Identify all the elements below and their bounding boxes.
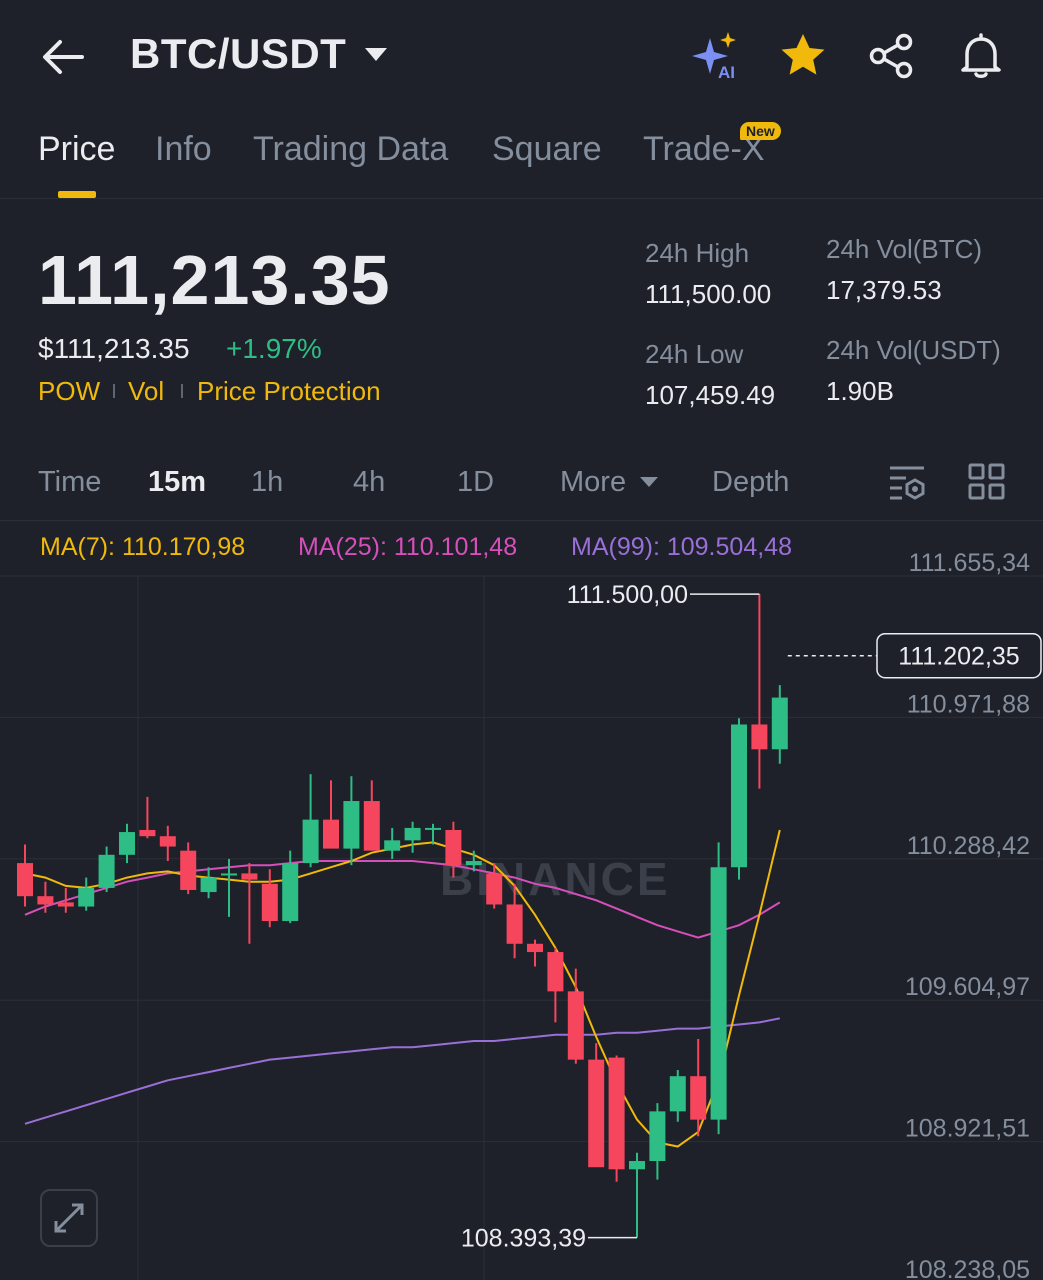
candle-body	[363, 801, 380, 851]
interval-depth[interactable]: Depth	[712, 466, 789, 499]
candle-body	[139, 829, 156, 837]
y-axis-tick-label: 111.655,34	[909, 549, 1031, 577]
candle-body	[384, 840, 401, 851]
candle-body	[731, 724, 747, 868]
candle-body	[221, 873, 237, 876]
interval-15m[interactable]: 15m	[148, 466, 206, 499]
candle-body	[465, 861, 482, 866]
candle-body	[629, 1161, 645, 1170]
share-icon[interactable]	[866, 30, 918, 82]
y-axis-tick-label: 108.921,51	[905, 1115, 1030, 1143]
candle-body	[710, 867, 727, 1120]
y-axis-tick-label: 110.288,42	[907, 832, 1030, 860]
tag-separator	[113, 384, 115, 398]
candle-body	[17, 863, 33, 897]
candle-body	[98, 854, 115, 888]
interval-1h[interactable]: 1h	[251, 466, 283, 499]
candle-body	[323, 819, 339, 849]
candle-body	[669, 1076, 686, 1112]
ma25-legend: MA(25): 110.101,48	[298, 533, 518, 561]
candle-body	[261, 883, 278, 922]
binance-watermark: BINANCE	[440, 853, 671, 905]
interval-more[interactable]: More	[560, 466, 626, 499]
ai-label: AI	[718, 63, 735, 82]
price-change-percent: +1.97%	[226, 333, 322, 364]
tabs-divider	[0, 198, 1043, 199]
high-marker-label: 111.500,00	[567, 581, 688, 609]
candle-body	[690, 1076, 707, 1120]
current-price-box	[876, 632, 1042, 679]
pair-title[interactable]: BTC/USDT	[130, 30, 346, 78]
interval-4h[interactable]: 4h	[353, 466, 385, 499]
current-price-label: 111.202,35	[898, 643, 1019, 671]
candle-body	[425, 827, 441, 830]
stat-vol-usdt-value: 1.90B	[826, 376, 894, 406]
back-arrow-icon[interactable]	[38, 34, 88, 80]
grid-layout-icon[interactable]	[967, 462, 1007, 502]
candlestick-chart[interactable]: BINANCE 111.655,34 110.971,88 110.288,42 10…	[0, 0, 1043, 1280]
y-axis-tick-label: 110.971,88	[907, 690, 1030, 718]
indicator-settings-icon[interactable]	[888, 462, 928, 502]
candle-body	[343, 801, 360, 849]
tag-vol[interactable]: Vol	[128, 376, 164, 407]
stat-vol-btc-label: 24h Vol(BTC)	[826, 234, 983, 264]
candle-body	[527, 943, 543, 953]
fiat-price: $111,213.35	[38, 333, 190, 364]
candle-body	[771, 697, 788, 750]
caret-down-icon[interactable]	[362, 40, 390, 68]
stat-vol-usdt-label: 24h Vol(USDT)	[826, 335, 1001, 365]
candle-body	[282, 863, 299, 922]
last-price: 111,213.35	[38, 241, 391, 319]
tab-info[interactable]: Info	[155, 130, 212, 169]
tab-price[interactable]: Price	[38, 130, 115, 169]
candle-body	[37, 896, 54, 905]
candle-body	[159, 836, 176, 847]
stat-low-label: 24h Low	[645, 339, 744, 369]
candle-body	[302, 819, 319, 864]
candle-body	[180, 850, 197, 890]
tag-pow[interactable]: POW	[38, 376, 100, 407]
stat-low-value: 107,459.49	[645, 380, 776, 410]
candle-body	[751, 724, 768, 750]
stat-high-value: 111,500.00	[645, 279, 772, 309]
y-axis-tick-label: 108.238,05	[905, 1256, 1030, 1280]
ai-sparkle-icon[interactable]: AI	[690, 30, 742, 82]
candle-body	[200, 877, 217, 893]
ma99-legend: MA(99): 109.504,48	[571, 533, 792, 561]
interval-time[interactable]: Time	[38, 466, 101, 499]
ma7-legend: MA(7): 110.170,98	[40, 533, 246, 561]
candle-body	[567, 991, 584, 1060]
y-axis-tick-label: 109.604,97	[905, 973, 1030, 1001]
candle-body	[486, 873, 503, 905]
candle-body	[241, 873, 258, 880]
candle-body	[649, 1111, 666, 1162]
candle-body	[547, 952, 564, 992]
candle-body	[119, 832, 135, 855]
ma7-line	[24, 829, 781, 1148]
candle-body	[445, 829, 462, 866]
stat-vol-btc-value: 17,379.53	[826, 275, 942, 305]
candle-body	[78, 887, 95, 907]
new-badge: New	[740, 122, 781, 140]
tag-separator	[181, 384, 183, 398]
stat-high-label: 24h High	[645, 238, 750, 268]
bell-icon[interactable]	[955, 30, 1007, 82]
tag-price-protection[interactable]: Price Protection	[197, 376, 381, 407]
low-marker-label: 108.393,39	[461, 1225, 586, 1253]
candle-body	[608, 1057, 625, 1170]
ma99-line	[24, 1017, 780, 1125]
candle-body	[588, 1059, 605, 1168]
active-tab-indicator	[58, 191, 96, 198]
tab-trading-data[interactable]: Trading Data	[253, 130, 448, 169]
ma25-line	[24, 860, 781, 939]
candle-body	[404, 827, 421, 841]
fullscreen-expand-button[interactable]	[40, 1189, 98, 1247]
interval-1d[interactable]: 1D	[457, 466, 494, 499]
tab-square[interactable]: Square	[492, 130, 602, 169]
candle-body	[506, 904, 523, 944]
chart-divider	[0, 520, 1043, 521]
star-icon[interactable]	[777, 30, 829, 82]
more-caret-down-icon[interactable]	[638, 474, 660, 490]
candle-body	[57, 902, 74, 907]
